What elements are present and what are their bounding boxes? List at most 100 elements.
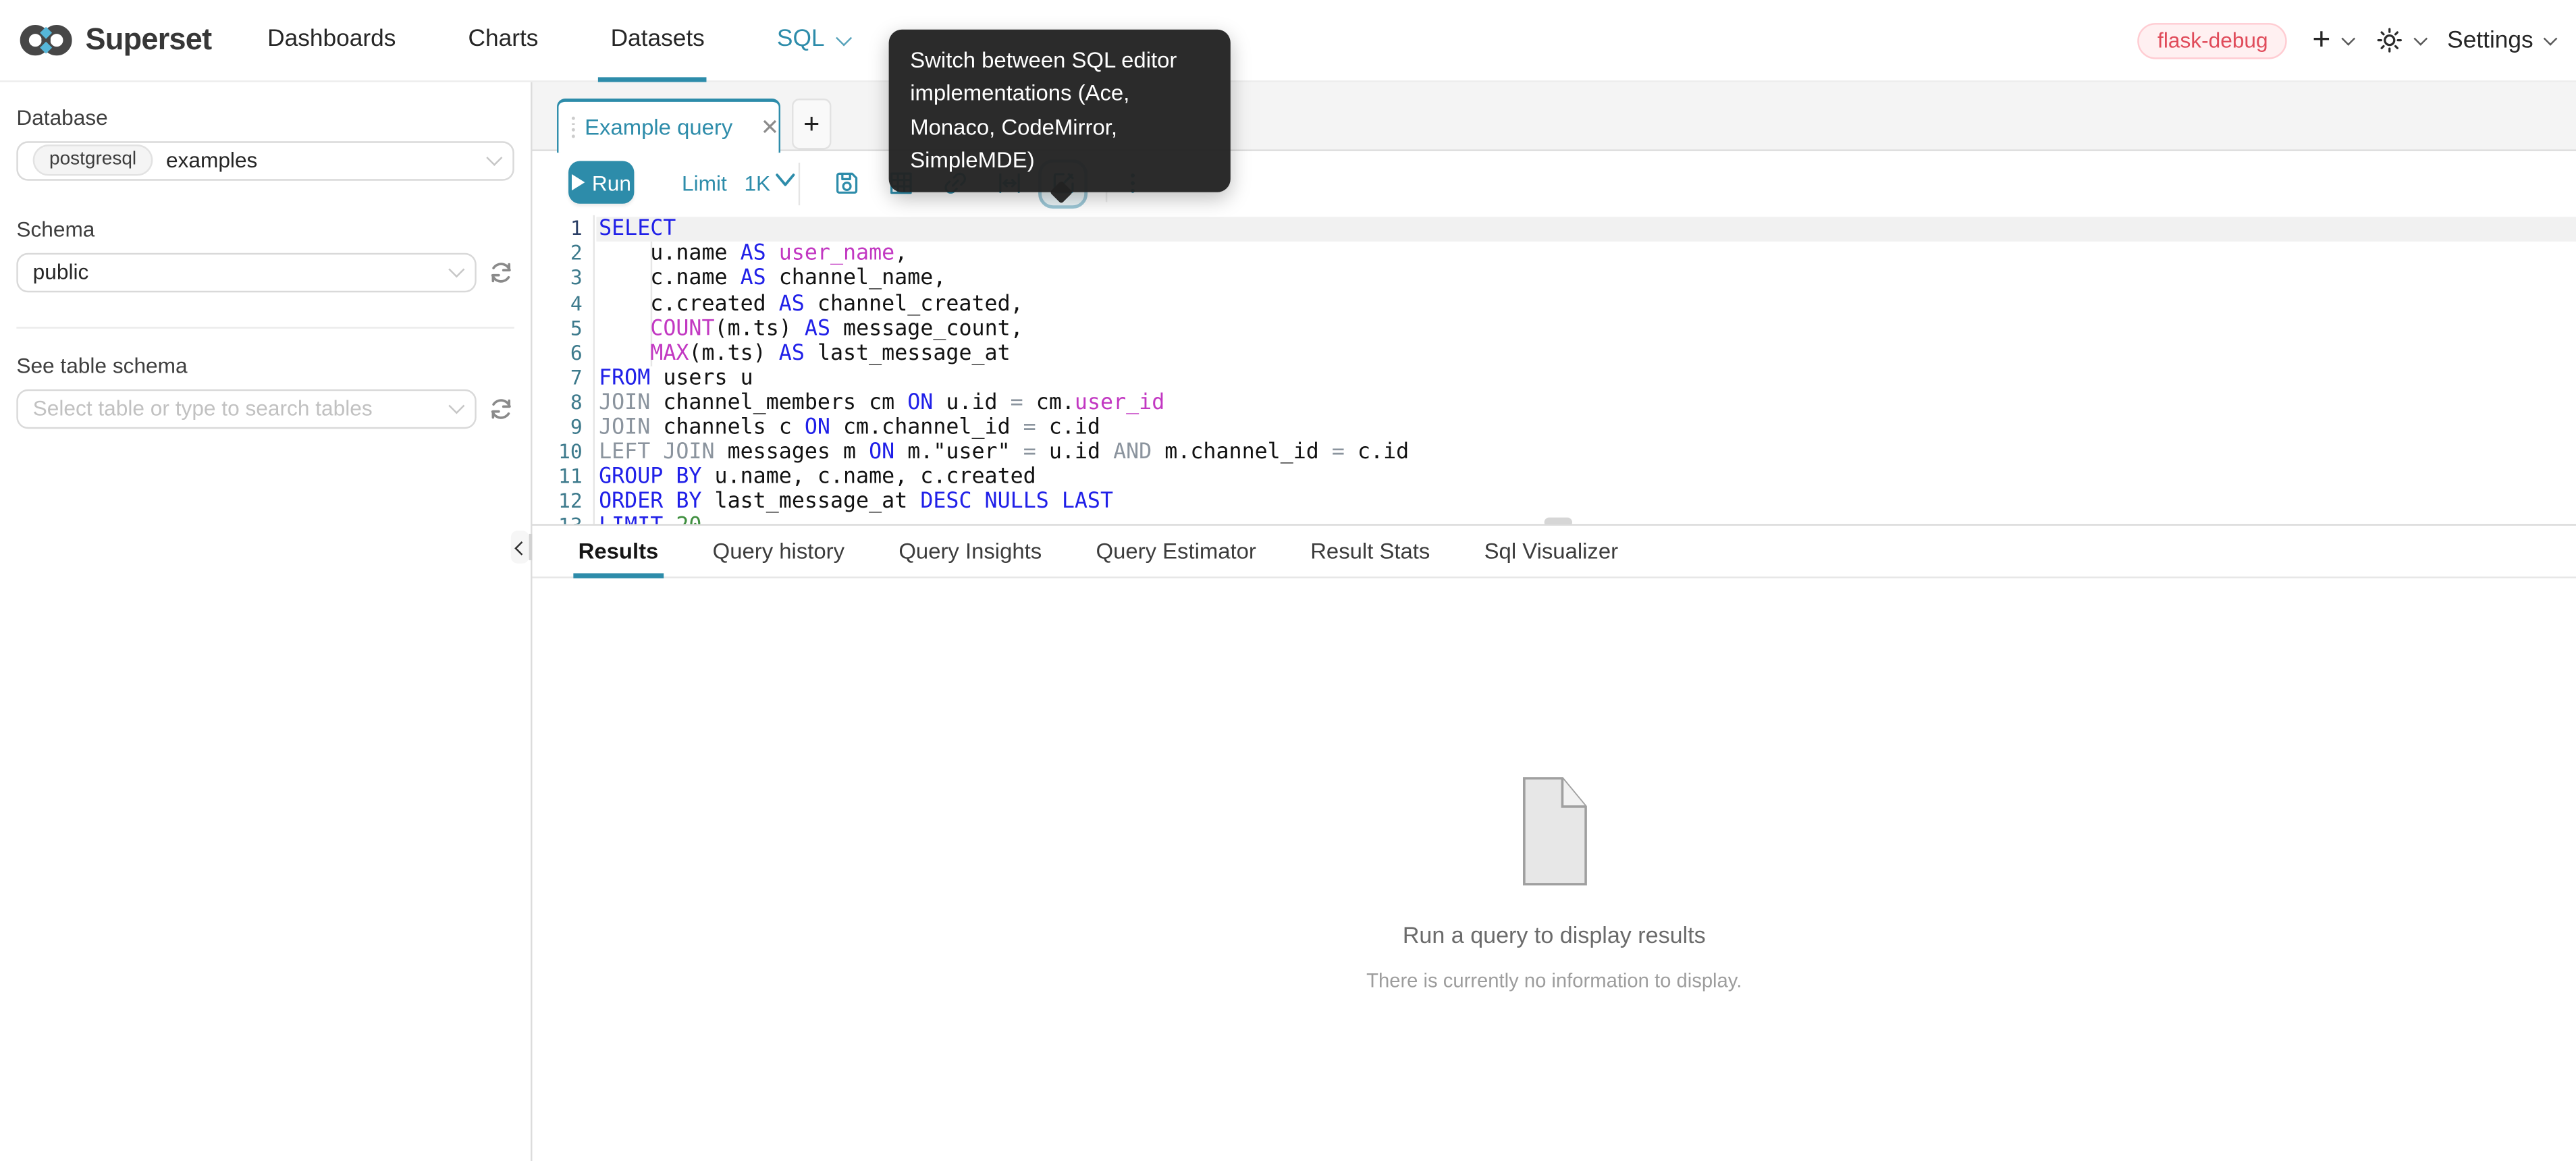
sql-line-6: MAX(m.ts) AS last_message_at xyxy=(599,341,2576,366)
results-panel: Run a query to display results There is … xyxy=(533,579,2576,1161)
editor-tab-example-query[interactable]: Example query ✕ xyxy=(557,98,780,153)
chevron-down-icon xyxy=(486,150,502,166)
sql-line-10: LEFT JOIN messages m ON m."user" = u.id … xyxy=(599,440,2576,465)
sql-line-7: FROM users u xyxy=(599,366,2576,391)
editor-tab-strip xyxy=(533,81,2576,150)
sql-lab-page: Superset Dashboards Charts Datasets SQL fla… xyxy=(0,0,2576,1161)
table-schema-label: See table schema xyxy=(16,352,514,377)
chevron-down-icon xyxy=(448,398,464,414)
navbar-right: flask-debug + Settings xyxy=(2138,0,2553,81)
table-select[interactable]: Select table or type to search tables xyxy=(16,389,476,428)
refresh-icon xyxy=(488,259,514,285)
empty-results-subtitle: There is currently no information to dis… xyxy=(1366,969,1742,992)
gutter-line-number: 4 xyxy=(533,292,593,317)
database-select[interactable]: postgresql examples xyxy=(16,140,514,180)
chevron-left-icon xyxy=(514,542,527,555)
sql-line-12: ORDER BY last_message_at DESC NULLS LAST xyxy=(599,489,2576,514)
schema-value: public xyxy=(33,260,89,285)
empty-document-icon xyxy=(1522,776,1586,885)
new-item-menu[interactable]: + xyxy=(2312,25,2350,56)
sql-code-editor[interactable]: 12345678910111213 SELECT u.name AS user_… xyxy=(533,215,2576,526)
switch-editor-tooltip: Switch between SQL editor implementation… xyxy=(889,30,1231,192)
chevron-down-icon xyxy=(2340,31,2355,45)
gutter-line-number: 13 xyxy=(533,514,593,526)
chevron-down-icon xyxy=(2413,31,2427,45)
sql-line-5: COUNT(m.ts) AS message_count, xyxy=(599,317,2576,342)
empty-results-title: Run a query to display results xyxy=(1403,921,1706,947)
sql-line-9: JOIN channels c ON cm.channel_id = c.id xyxy=(599,415,2576,440)
sql-line-2: u.name AS user_name, xyxy=(599,242,2576,267)
results-tab-query-history[interactable]: Query history xyxy=(707,526,849,576)
schema-label: Schema xyxy=(16,216,514,241)
gutter-line-number: 3 xyxy=(533,267,593,292)
close-icon[interactable]: ✕ xyxy=(761,116,780,138)
schema-select[interactable]: public xyxy=(16,252,476,292)
limit-value[interactable]: 1K xyxy=(744,170,770,195)
environment-badge: flask-debug xyxy=(2138,22,2288,59)
sql-line-11: GROUP BY u.name, c.name, c.created xyxy=(599,464,2576,489)
save-query-button[interactable] xyxy=(833,169,861,197)
database-type-pill: postgresql xyxy=(33,144,153,176)
navbar: Superset Dashboards Charts Datasets SQL fla… xyxy=(0,0,2576,81)
database-label: Database xyxy=(16,105,514,130)
collapse-sidebar-button[interactable] xyxy=(511,531,529,564)
play-icon xyxy=(571,174,584,190)
theme-menu[interactable] xyxy=(2375,27,2423,55)
sql-line-13: LIMIT 20 xyxy=(599,514,2576,526)
add-tab-button[interactable]: + xyxy=(792,99,831,149)
sql-line-3: c.name AS channel_name, xyxy=(599,267,2576,292)
settings-label: Settings xyxy=(2447,28,2533,54)
results-tab-sql-visualizer[interactable]: Sql Visualizer xyxy=(1479,526,1623,576)
gutter-line-number: 11 xyxy=(533,464,593,489)
gutter-line-number: 8 xyxy=(533,391,593,416)
database-value: examples xyxy=(166,148,257,173)
plus-icon: + xyxy=(2312,25,2330,56)
chevron-down-icon xyxy=(2544,31,2558,45)
results-tab-query-insights[interactable]: Query Insights xyxy=(894,526,1046,576)
sidebar-divider xyxy=(16,326,514,327)
gutter-line-number: 6 xyxy=(533,341,593,366)
chevron-down-icon[interactable] xyxy=(776,171,795,186)
nav-item-sql[interactable]: SQL xyxy=(777,27,847,53)
results-tab-result-stats[interactable]: Result Stats xyxy=(1306,526,1435,576)
sun-icon xyxy=(2375,27,2403,55)
gutter-line-number: 2 xyxy=(533,242,593,267)
horizontal-scrollbar[interactable] xyxy=(1545,518,1572,526)
run-query-button[interactable]: Run xyxy=(568,161,634,203)
gutter-line-number: 9 xyxy=(533,415,593,440)
editor-toolbar: Run Limit 1K xyxy=(533,151,2576,215)
editor-tab-title: Example query xyxy=(585,115,732,140)
gutter-line-number: 10 xyxy=(533,440,593,465)
results-tab-results[interactable]: Results xyxy=(573,526,663,576)
sql-line-1: SELECT xyxy=(599,217,2576,242)
sql-line-8: JOIN channel_members cm ON u.id = cm.use… xyxy=(599,391,2576,416)
nav-item-charts[interactable]: Charts xyxy=(468,27,539,53)
superset-infinity-icon xyxy=(18,22,74,57)
save-icon xyxy=(833,169,861,197)
editor-gutter: 12345678910111213 xyxy=(533,215,594,524)
refresh-schemas-button[interactable] xyxy=(488,259,514,285)
refresh-tables-button[interactable] xyxy=(488,395,514,421)
results-tab-query-estimator[interactable]: Query Estimator xyxy=(1091,526,1261,576)
gutter-line-number: 7 xyxy=(533,366,593,391)
sql-lab-sidebar: Database postgresql examples Schema publ… xyxy=(0,81,533,1161)
brand-name: Superset xyxy=(86,22,212,58)
refresh-icon xyxy=(488,395,514,421)
run-label: Run xyxy=(592,170,631,195)
chevron-down-icon xyxy=(836,30,851,45)
tooltip-text: Switch between SQL editor implementation… xyxy=(910,48,1177,172)
results-tab-bar: Results Query history Query Insights Query … xyxy=(533,526,2576,577)
editor-code: SELECT u.name AS user_name, c.name AS ch… xyxy=(599,217,2576,526)
gutter-line-number: 1 xyxy=(533,217,593,242)
nav-item-datasets[interactable]: Datasets xyxy=(611,27,705,53)
gutter-line-number: 5 xyxy=(533,317,593,342)
nav-item-dashboards[interactable]: Dashboards xyxy=(267,27,396,53)
nav-menu: Dashboards Charts Datasets SQL xyxy=(267,0,847,80)
app-logo[interactable]: Superset xyxy=(18,22,212,58)
chevron-down-icon xyxy=(448,261,464,277)
sql-line-4: c.created AS channel_created, xyxy=(599,292,2576,317)
toolbar-divider xyxy=(799,162,800,205)
settings-menu[interactable]: Settings xyxy=(2447,28,2553,54)
limit-label[interactable]: Limit xyxy=(682,170,727,195)
table-select-placeholder: Select table or type to search tables xyxy=(33,396,373,421)
